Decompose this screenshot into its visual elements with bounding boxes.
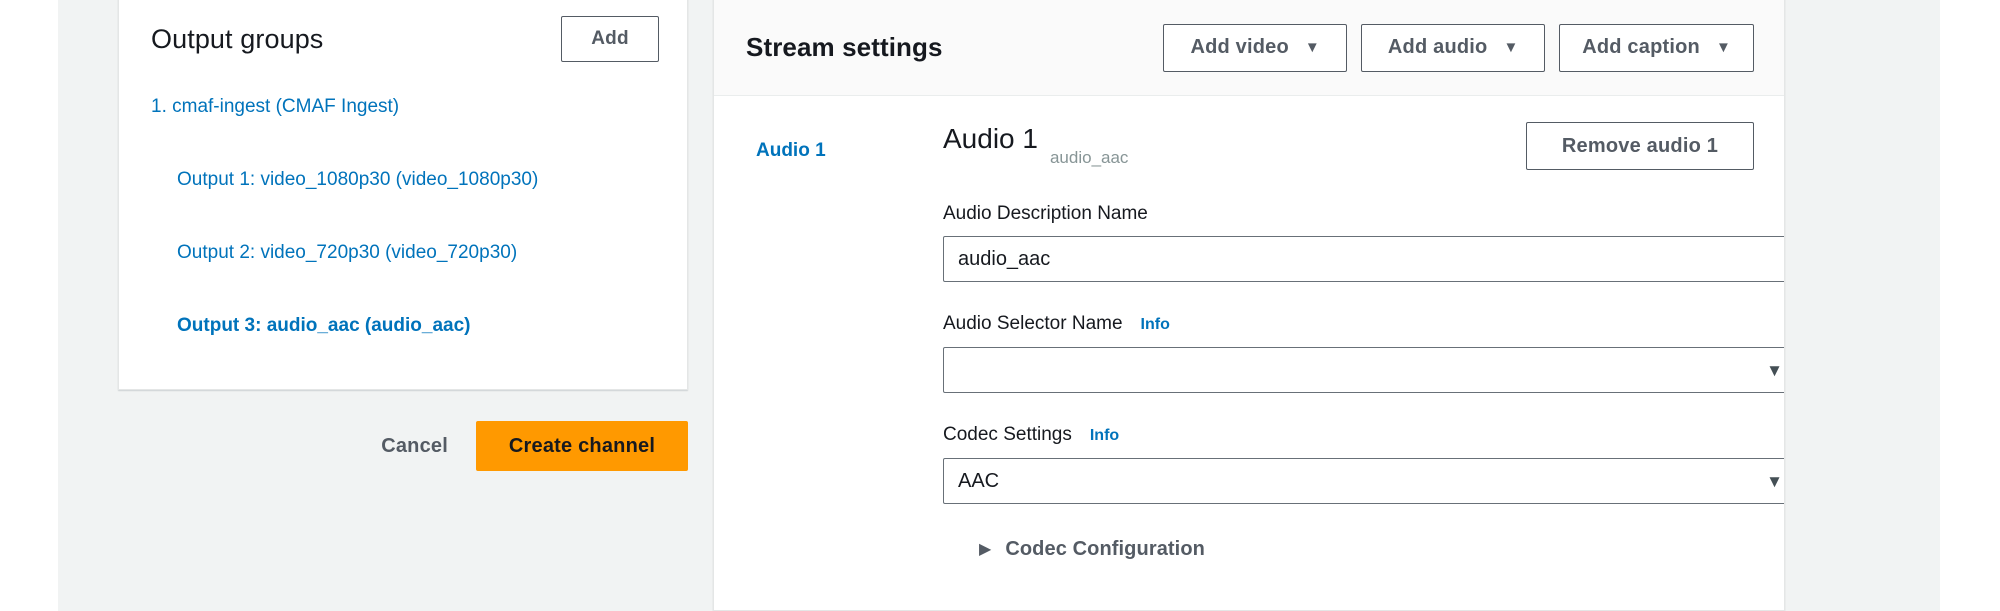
- app-root: Output groups Add 1. cmaf-ingest (CMAF I…: [0, 0, 2000, 611]
- nav-item-audio-1[interactable]: Audio 1: [714, 138, 899, 164]
- field-codec-settings: Codec Settings Info AAC ▼: [943, 423, 1784, 504]
- codec-settings-label-text: Codec Settings: [943, 424, 1072, 445]
- add-video-label: Add video: [1190, 36, 1289, 58]
- section-header: Audio 1 audio_aac Remove audio 1: [943, 122, 1754, 172]
- output-item-3[interactable]: Output 3: audio_aac (audio_aac): [119, 303, 689, 349]
- form-actions: Cancel Create channel: [118, 418, 688, 474]
- output-groups-list: 1. cmaf-ingest (CMAF Ingest) Output 1: v…: [119, 84, 689, 349]
- field-audio-selector-name: Audio Selector Name Info ▼: [943, 312, 1784, 393]
- audio-selector-name-select[interactable]: ▼: [943, 347, 1784, 393]
- audio-description-name-input[interactable]: audio_aac: [943, 236, 1784, 282]
- add-audio-label: Add audio: [1387, 36, 1488, 58]
- output-group-item-1[interactable]: 1. cmaf-ingest (CMAF Ingest): [119, 84, 689, 130]
- remove-audio-button[interactable]: Remove audio 1: [1526, 122, 1754, 170]
- info-link[interactable]: Info: [1141, 313, 1170, 337]
- chevron-down-icon: ▼: [1766, 471, 1783, 491]
- field-audio-description-name: Audio Description Name audio_aac: [943, 202, 1784, 282]
- add-video-button[interactable]: Add video ▼: [1163, 23, 1348, 72]
- stream-settings-panel: Stream settings Add video ▼ Add audio ▼ …: [713, 0, 1785, 611]
- add-caption-button[interactable]: Add caption ▼: [1559, 23, 1754, 72]
- output-item-2[interactable]: Output 2: video_720p30 (video_720p30): [119, 230, 689, 276]
- codec-settings-label: Codec Settings Info: [943, 423, 1754, 448]
- page-title: Output groups: [151, 24, 324, 54]
- stream-settings-actions: Add video ▼ Add audio ▼ Add caption ▼: [1163, 23, 1754, 72]
- stream-settings-content: Audio 1 audio_aac Remove audio 1 Audio D…: [899, 96, 1784, 610]
- output-groups-header: Output groups Add: [119, 0, 689, 78]
- cancel-button[interactable]: Cancel: [353, 423, 476, 469]
- output-item-1[interactable]: Output 1: video_1080p30 (video_1080p30): [119, 157, 689, 203]
- audio-selector-name-label: Audio Selector Name Info: [943, 312, 1754, 337]
- create-channel-button[interactable]: Create channel: [476, 421, 688, 471]
- chevron-down-icon: ▼: [1503, 39, 1519, 56]
- audio-description-name-label: Audio Description Name: [943, 203, 1148, 224]
- codec-settings-select[interactable]: AAC ▼: [943, 458, 1784, 504]
- add-caption-label: Add caption: [1582, 36, 1700, 58]
- chevron-down-icon: ▼: [1766, 360, 1783, 380]
- stream-settings-nav: Audio 1: [714, 96, 899, 610]
- audio-selector-name-label-text: Audio Selector Name: [943, 313, 1123, 334]
- info-link[interactable]: Info: [1090, 424, 1119, 448]
- codec-configuration-label: Codec Configuration: [1005, 538, 1205, 560]
- stream-settings-title: Stream settings: [746, 32, 943, 62]
- section-subtitle: audio_aac: [1049, 148, 1129, 167]
- add-audio-button[interactable]: Add audio ▼: [1361, 23, 1546, 72]
- codec-configuration-expander[interactable]: ▶ Codec Configuration: [979, 538, 1754, 561]
- stream-settings-header: Stream settings Add video ▼ Add audio ▼ …: [714, 0, 1784, 96]
- add-output-group-button[interactable]: Add: [561, 16, 659, 62]
- chevron-down-icon: ▼: [1304, 39, 1320, 56]
- output-groups-card: Output groups Add 1. cmaf-ingest (CMAF I…: [118, 0, 688, 390]
- chevron-down-icon: ▼: [1715, 39, 1731, 56]
- section-title: Audio 1: [943, 123, 1038, 154]
- codec-settings-value: AAC: [958, 469, 1000, 492]
- stream-settings-body: Audio 1 Audio 1 audio_aac Remove audio 1…: [714, 96, 1784, 610]
- chevron-right-icon: ▶: [979, 540, 992, 558]
